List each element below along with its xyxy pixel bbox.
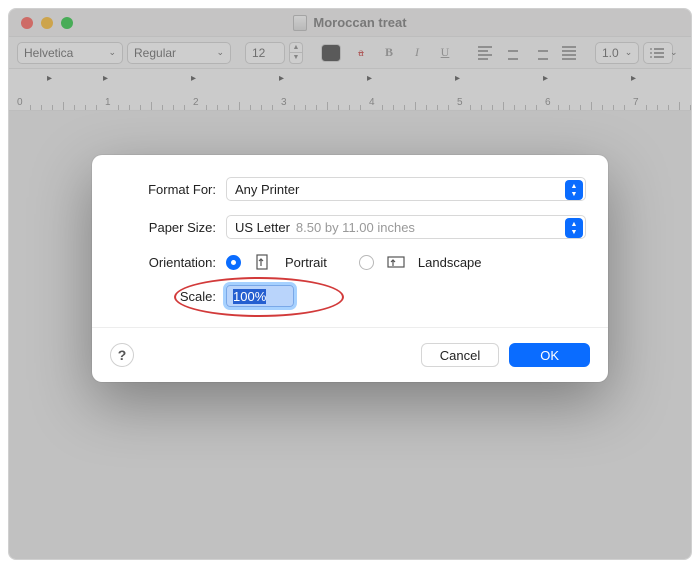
page-setup-dialog: Format For: Any Printer ▲▼ Paper Size: U… (92, 155, 608, 382)
chevron-down-icon[interactable]: ▼ (289, 52, 303, 64)
strikethrough-button[interactable]: a (349, 42, 373, 64)
list-style-select[interactable]: ⌄ (643, 42, 673, 64)
ruler-number: 2 (193, 97, 199, 108)
ruler-marker-icon[interactable]: ▸ (191, 73, 196, 84)
ruler-number: 4 (369, 97, 375, 108)
italic-button[interactable]: I (405, 42, 429, 64)
align-center-button[interactable] (501, 42, 525, 64)
bold-button[interactable]: B (377, 42, 401, 64)
orientation-landscape-radio[interactable] (359, 255, 374, 270)
line-spacing-value: 1.0 (602, 46, 619, 60)
paper-size-select[interactable]: US Letter 8.50 by 11.00 inches ▲▼ (226, 215, 586, 239)
align-justify-button[interactable] (557, 42, 581, 64)
window-title: Moroccan treat (9, 15, 691, 31)
chevron-up-icon[interactable]: ▲ (289, 42, 303, 53)
ruler-number: 6 (545, 97, 551, 108)
font-size-select[interactable]: 12 (245, 42, 285, 64)
format-for-select[interactable]: Any Printer ▲▼ (226, 177, 586, 201)
font-style-select[interactable]: Regular ⌄ (127, 42, 231, 64)
landscape-icon (386, 253, 406, 271)
ruler-marker-icon[interactable]: ▸ (455, 73, 460, 84)
font-family-value: Helvetica (24, 46, 73, 60)
ruler-number: 5 (457, 97, 463, 108)
chevron-updown-icon: ⌄ (625, 47, 633, 58)
line-spacing-select[interactable]: 1.0 ⌄ (595, 42, 639, 64)
portrait-icon (253, 253, 273, 271)
scale-input[interactable] (226, 285, 294, 307)
orientation-label: Orientation: (114, 255, 226, 270)
paper-size-detail: 8.50 by 11.00 inches (296, 220, 415, 235)
paper-size-label: Paper Size: (114, 220, 226, 235)
underline-button[interactable]: U (433, 42, 457, 64)
text-color-swatch[interactable] (321, 44, 341, 62)
ruler-number: 1 (105, 97, 111, 108)
align-left-button[interactable] (473, 42, 497, 64)
list-icon (650, 48, 664, 58)
cancel-button[interactable]: Cancel (421, 343, 499, 367)
orientation-portrait-label: Portrait (285, 255, 327, 270)
document-icon (293, 15, 307, 31)
ruler-number: 0 (17, 97, 23, 108)
titlebar: Moroccan treat (9, 9, 691, 37)
font-style-value: Regular (134, 46, 176, 60)
chevron-updown-icon: ⌄ (216, 47, 224, 58)
ruler-marker-icon[interactable]: ▸ (631, 73, 636, 84)
ruler-marker-icon[interactable]: ▸ (367, 73, 372, 84)
help-button[interactable]: ? (110, 343, 134, 367)
ruler-marker-icon[interactable]: ▸ (47, 73, 52, 84)
align-right-button[interactable] (529, 42, 553, 64)
font-size-stepper[interactable]: ▲ ▼ (289, 42, 303, 64)
format-toolbar: Helvetica ⌄ Regular ⌄ 12 ▲ ▼ a B I U 1.0… (9, 37, 691, 69)
ruler-marker-icon[interactable]: ▸ (543, 73, 548, 84)
scale-label: Scale: (114, 289, 226, 304)
ruler-number: 3 (281, 97, 287, 108)
ruler: ▸ 0 1 ▸ 2 ▸ 3 ▸ 4 ▸ 5 ▸ 6 ▸ 7 ▸ (9, 69, 691, 111)
chevron-updown-icon: ⌄ (108, 47, 116, 58)
ok-button[interactable]: OK (509, 343, 590, 367)
ruler-marker-icon[interactable]: ▸ (103, 73, 108, 84)
orientation-landscape-label: Landscape (418, 255, 482, 270)
font-family-select[interactable]: Helvetica ⌄ (17, 42, 123, 64)
format-for-label: Format For: (114, 182, 226, 197)
format-for-value: Any Printer (235, 182, 299, 197)
orientation-portrait-radio[interactable] (226, 255, 241, 270)
ruler-number: 7 (633, 97, 639, 108)
chevron-updown-icon: ▲▼ (565, 180, 583, 200)
window-title-text: Moroccan treat (313, 15, 406, 30)
paper-size-value: US Letter (235, 220, 290, 235)
chevron-updown-icon: ⌄ (670, 47, 678, 58)
font-size-value: 12 (252, 46, 265, 60)
chevron-updown-icon: ▲▼ (565, 218, 583, 238)
ruler-marker-icon[interactable]: ▸ (279, 73, 284, 84)
